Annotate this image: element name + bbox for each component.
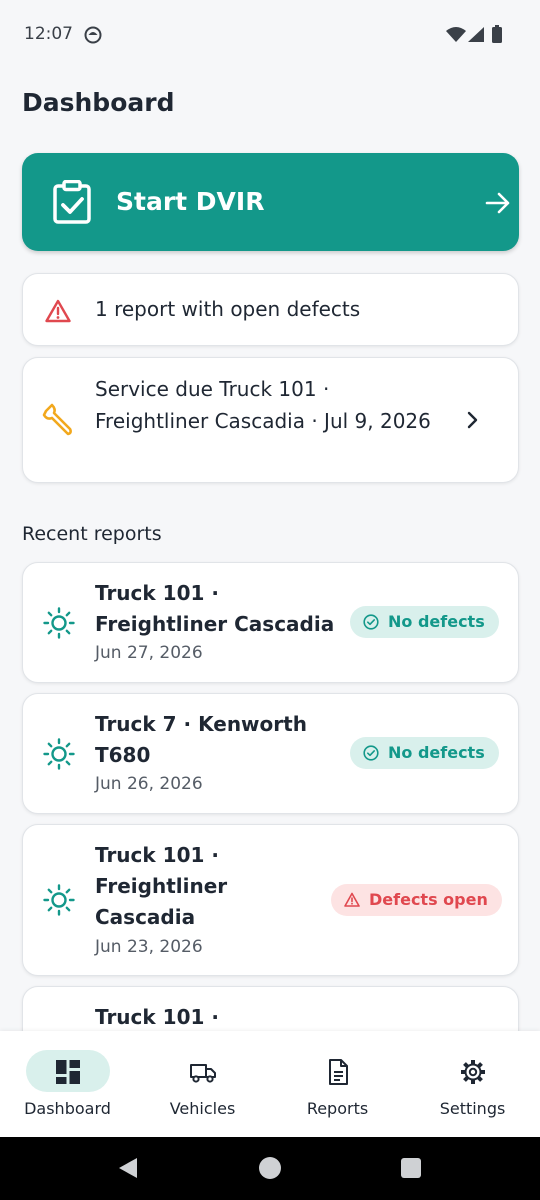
signal-icon	[468, 27, 484, 42]
report-date: Jun 27, 2026	[95, 643, 203, 663]
open-defects-alert[interactable]: 1 report with open defects	[22, 273, 519, 346]
recent-reports-heading: Recent reports	[22, 523, 162, 545]
app-notification-icon	[84, 26, 102, 44]
status-badge: No defects	[350, 737, 499, 769]
nav-label: Settings	[439, 1099, 506, 1118]
check-circle-icon	[363, 745, 379, 761]
wifi-icon	[446, 27, 466, 42]
report-card[interactable]: Truck 101 · Freightliner Cascadia Jun 23…	[22, 824, 519, 976]
report-date: Jun 23, 2026	[95, 937, 203, 957]
status-badge-label: No defects	[388, 743, 485, 762]
home-button[interactable]	[259, 1157, 281, 1179]
nav-item-settings[interactable]: Settings	[405, 1031, 540, 1137]
status-badge: Defects open	[331, 884, 502, 916]
sun-icon	[43, 884, 75, 916]
warning-icon	[344, 892, 360, 907]
nav-label: Dashboard	[24, 1099, 111, 1118]
report-title: Truck 7 · Kenworth T680	[95, 712, 307, 767]
gear-icon	[461, 1060, 485, 1084]
nav-item-reports[interactable]: Reports	[270, 1031, 405, 1137]
arrow-right-icon	[485, 192, 510, 214]
report-card[interactable]: Truck 7 · Kenworth T680 Jun 26, 2026 No …	[22, 693, 519, 814]
nav-item-dashboard[interactable]: Dashboard	[0, 1031, 135, 1137]
clipboard-check-icon	[53, 180, 91, 224]
report-title: Truck 101 ·	[95, 1005, 219, 1029]
chevron-right-icon	[467, 411, 478, 429]
start-dvir-button[interactable]: Start DVIR	[22, 153, 519, 251]
page-title: Dashboard	[22, 88, 175, 117]
document-icon	[329, 1059, 348, 1085]
bottom-navigation: Dashboard Vehicles Reports Settings	[0, 1031, 540, 1137]
status-bar: 12:07	[0, 0, 540, 70]
sun-icon	[43, 607, 75, 639]
report-date: Jun 26, 2026	[95, 774, 203, 794]
status-badge-label: No defects	[388, 612, 485, 631]
truck-icon	[190, 1064, 216, 1083]
report-card[interactable]: Truck 101 · Freightliner Cascadia Jun 27…	[22, 562, 519, 683]
service-due-card[interactable]: Service due Truck 101 · Freightliner Cas…	[22, 357, 519, 483]
report-title: Truck 101 · Freightliner Cascadia	[95, 581, 335, 636]
system-navigation-bar	[0, 1137, 540, 1200]
recents-button[interactable]	[401, 1158, 421, 1178]
start-dvir-label: Start DVIR	[116, 187, 265, 216]
battery-icon	[492, 25, 502, 43]
nav-item-vehicles[interactable]: Vehicles	[135, 1031, 270, 1137]
nav-label: Reports	[306, 1099, 369, 1118]
nav-label: Vehicles	[169, 1099, 236, 1118]
check-circle-icon	[363, 614, 379, 630]
dashboard-icon	[56, 1060, 80, 1084]
status-time: 12:07	[24, 24, 73, 44]
service-due-text: Service due Truck 101 · Freightliner Cas…	[95, 377, 431, 433]
wrench-icon	[42, 403, 72, 436]
back-icon[interactable]	[117, 1157, 139, 1179]
report-title: Truck 101 · Freightliner Cascadia	[95, 843, 228, 929]
sun-icon	[43, 738, 75, 770]
status-badge-label: Defects open	[369, 890, 488, 909]
status-badge: No defects	[350, 606, 499, 638]
open-defects-text: 1 report with open defects	[95, 297, 361, 321]
warning-icon	[45, 299, 71, 323]
